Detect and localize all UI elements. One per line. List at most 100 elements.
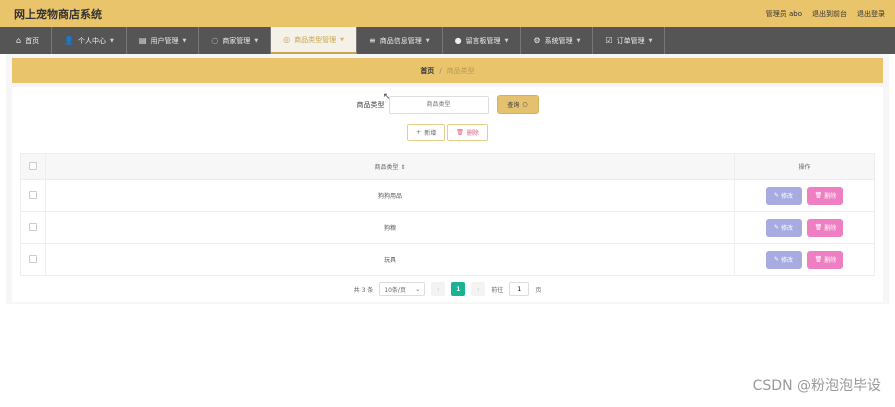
goto-suffix: 页 <box>535 286 542 294</box>
action-buttons: + 新增 🗑 删除 <box>12 124 883 141</box>
row-checkbox-cell <box>20 243 46 276</box>
nav-item-message-board[interactable]: ● 留言板管理 ▼ <box>443 27 522 54</box>
chevron-down-icon: ▼ <box>340 36 345 43</box>
trash-icon: 🗑 <box>456 129 464 136</box>
category-search-input[interactable] <box>388 95 489 114</box>
category-name-cell: 狗粮 <box>45 211 735 244</box>
page-size-select[interactable]: 10条/页 ⌄ <box>379 282 426 296</box>
nav-label: 首页 <box>25 36 40 45</box>
mouse-cursor-icon: ↖ <box>383 92 391 102</box>
edit-icon: ✎ <box>774 224 780 231</box>
chevron-down-icon: ▼ <box>182 37 187 44</box>
nav-label: 个人中心 <box>78 36 107 45</box>
column-header-actions: 操作 <box>734 153 875 180</box>
goto-page-input[interactable] <box>509 282 530 296</box>
pagination-total: 共 3 条 <box>353 286 374 294</box>
chevron-down-icon: ▼ <box>576 37 581 44</box>
row-checkbox-cell <box>20 211 46 244</box>
order-icon: ☑ <box>605 36 613 45</box>
nav-item-system-management[interactable]: ⚙ 系统管理 ▼ <box>521 27 594 54</box>
shop-icon: ◌ <box>211 36 219 45</box>
select-all-checkbox[interactable] <box>29 161 37 170</box>
users-icon: ▤ <box>138 36 147 45</box>
nav-label: 商品信息管理 <box>379 36 422 45</box>
chevron-down-icon: ▼ <box>254 37 259 44</box>
nav-label: 用户管理 <box>150 36 179 45</box>
breadcrumb: 首页 / 商品类型 <box>12 58 883 83</box>
edit-icon: ✎ <box>774 256 780 263</box>
table-row: 狗粮 ✎ 修改 🗑 删除 <box>20 211 875 244</box>
edit-button-label: 修改 <box>781 193 794 200</box>
edit-button[interactable]: ✎ 修改 <box>765 250 802 269</box>
row-checkbox[interactable] <box>29 254 37 263</box>
list-icon: ≡ <box>369 36 376 45</box>
add-button-label: 新增 <box>424 130 437 137</box>
chevron-down-icon: ▼ <box>504 37 509 44</box>
edit-button[interactable]: ✎ 修改 <box>765 186 802 205</box>
delete-button[interactable]: 🗑 删除 <box>807 186 844 205</box>
nav-item-product-management[interactable]: ≡ 商品信息管理 ▼ <box>357 27 443 54</box>
column-header-category[interactable]: 商品类型 ⇕ <box>45 153 735 180</box>
trash-icon: 🗑 <box>814 192 823 199</box>
query-button-label: 查询 <box>507 102 520 109</box>
next-page-button[interactable]: › <box>471 282 486 296</box>
edit-button-label: 修改 <box>781 225 794 232</box>
page-size-value: 10条/页 <box>384 286 406 294</box>
delete-button[interactable]: 🗑 删除 <box>807 250 844 269</box>
main-nav: ⌂ 首页 👤 个人中心 ▼ ▤ 用户管理 ▼ ◌ 商家管理 ▼ ◎ 商品类型管理… <box>0 27 895 54</box>
top-right-links: 管理员 abo 退出到前台 退出登录 <box>766 9 885 19</box>
exit-to-front-link[interactable]: 退出到前台 <box>812 9 847 19</box>
page-number-button[interactable]: 1 <box>451 282 466 296</box>
breadcrumb-separator: / <box>439 66 442 75</box>
chevron-down-icon: ▼ <box>648 37 653 44</box>
chevron-down-icon: ▼ <box>425 37 430 44</box>
chevron-down-icon: ⌄ <box>415 285 421 293</box>
delete-button-label: 删除 <box>824 193 837 200</box>
pagination: 共 3 条 10条/页 ⌄ ‹ 1 › 前往 页 <box>12 282 883 296</box>
row-checkbox[interactable] <box>29 190 37 199</box>
search-label: 商品类型 <box>356 100 385 109</box>
trash-icon: 🗑 <box>814 224 823 231</box>
main-panel: 商品类型 查询 ○ + 新增 🗑 删除 商品类型 ⇕ 操作 <box>12 87 883 302</box>
row-actions-cell: ✎ 修改 🗑 删除 <box>734 243 875 276</box>
select-all-cell <box>20 153 46 180</box>
delete-button-label: 删除 <box>824 225 837 232</box>
nav-item-personal-center[interactable]: 👤 个人中心 ▼ <box>52 27 127 54</box>
query-button[interactable]: 查询 ○ <box>496 95 539 114</box>
row-actions-cell: ✎ 修改 🗑 删除 <box>734 211 875 244</box>
table-row: 狗狗用品 ✎ 修改 🗑 删除 <box>20 179 875 212</box>
category-name-cell: 玩具 <box>45 243 735 276</box>
trash-icon: 🗑 <box>814 256 823 263</box>
delete-button-label: 删除 <box>824 257 837 264</box>
edit-button[interactable]: ✎ 修改 <box>765 218 802 237</box>
home-icon: ⌂ <box>16 36 22 45</box>
nav-item-home[interactable]: ⌂ 首页 <box>4 27 53 54</box>
watermark: CSDN @粉泡泡毕设 <box>752 378 881 394</box>
category-icon: ◎ <box>283 35 291 44</box>
row-checkbox[interactable] <box>29 222 37 231</box>
table-header-row: 商品类型 ⇕ 操作 <box>20 153 875 180</box>
breadcrumb-current: 商品类型 <box>446 66 475 75</box>
delete-button[interactable]: 🗑 删除 <box>807 218 844 237</box>
nav-label: 商家管理 <box>222 36 251 45</box>
nav-label: 系统管理 <box>544 36 573 45</box>
row-actions-cell: ✎ 修改 🗑 删除 <box>734 179 875 212</box>
chevron-right-icon: › <box>477 285 480 293</box>
breadcrumb-home[interactable]: 首页 <box>420 66 434 76</box>
goto-label: 前往 <box>491 286 504 294</box>
row-checkbox-cell <box>20 179 46 212</box>
nav-item-category-management[interactable]: ◎ 商品类型管理 ▼ <box>271 27 358 54</box>
category-name-cell: 狗狗用品 <box>45 179 735 212</box>
nav-item-order-management[interactable]: ☑ 订单管理 ▼ <box>593 27 666 54</box>
batch-delete-button[interactable]: 🗑 删除 <box>447 124 488 141</box>
plus-icon: + <box>416 129 422 136</box>
nav-label: 留言板管理 <box>465 36 501 45</box>
nav-item-user-management[interactable]: ▤ 用户管理 ▼ <box>127 27 200 54</box>
logout-link[interactable]: 退出登录 <box>857 9 885 19</box>
gear-icon: ⚙ <box>533 36 541 45</box>
nav-item-merchant-management[interactable]: ◌ 商家管理 ▼ <box>199 27 272 54</box>
admin-user-label: 管理员 abo <box>765 9 802 18</box>
top-bar: 网上宠物商店系统 管理员 abo 退出到前台 退出登录 <box>0 0 895 27</box>
prev-page-button[interactable]: ‹ <box>431 282 446 296</box>
add-button[interactable]: + 新增 <box>407 124 446 141</box>
